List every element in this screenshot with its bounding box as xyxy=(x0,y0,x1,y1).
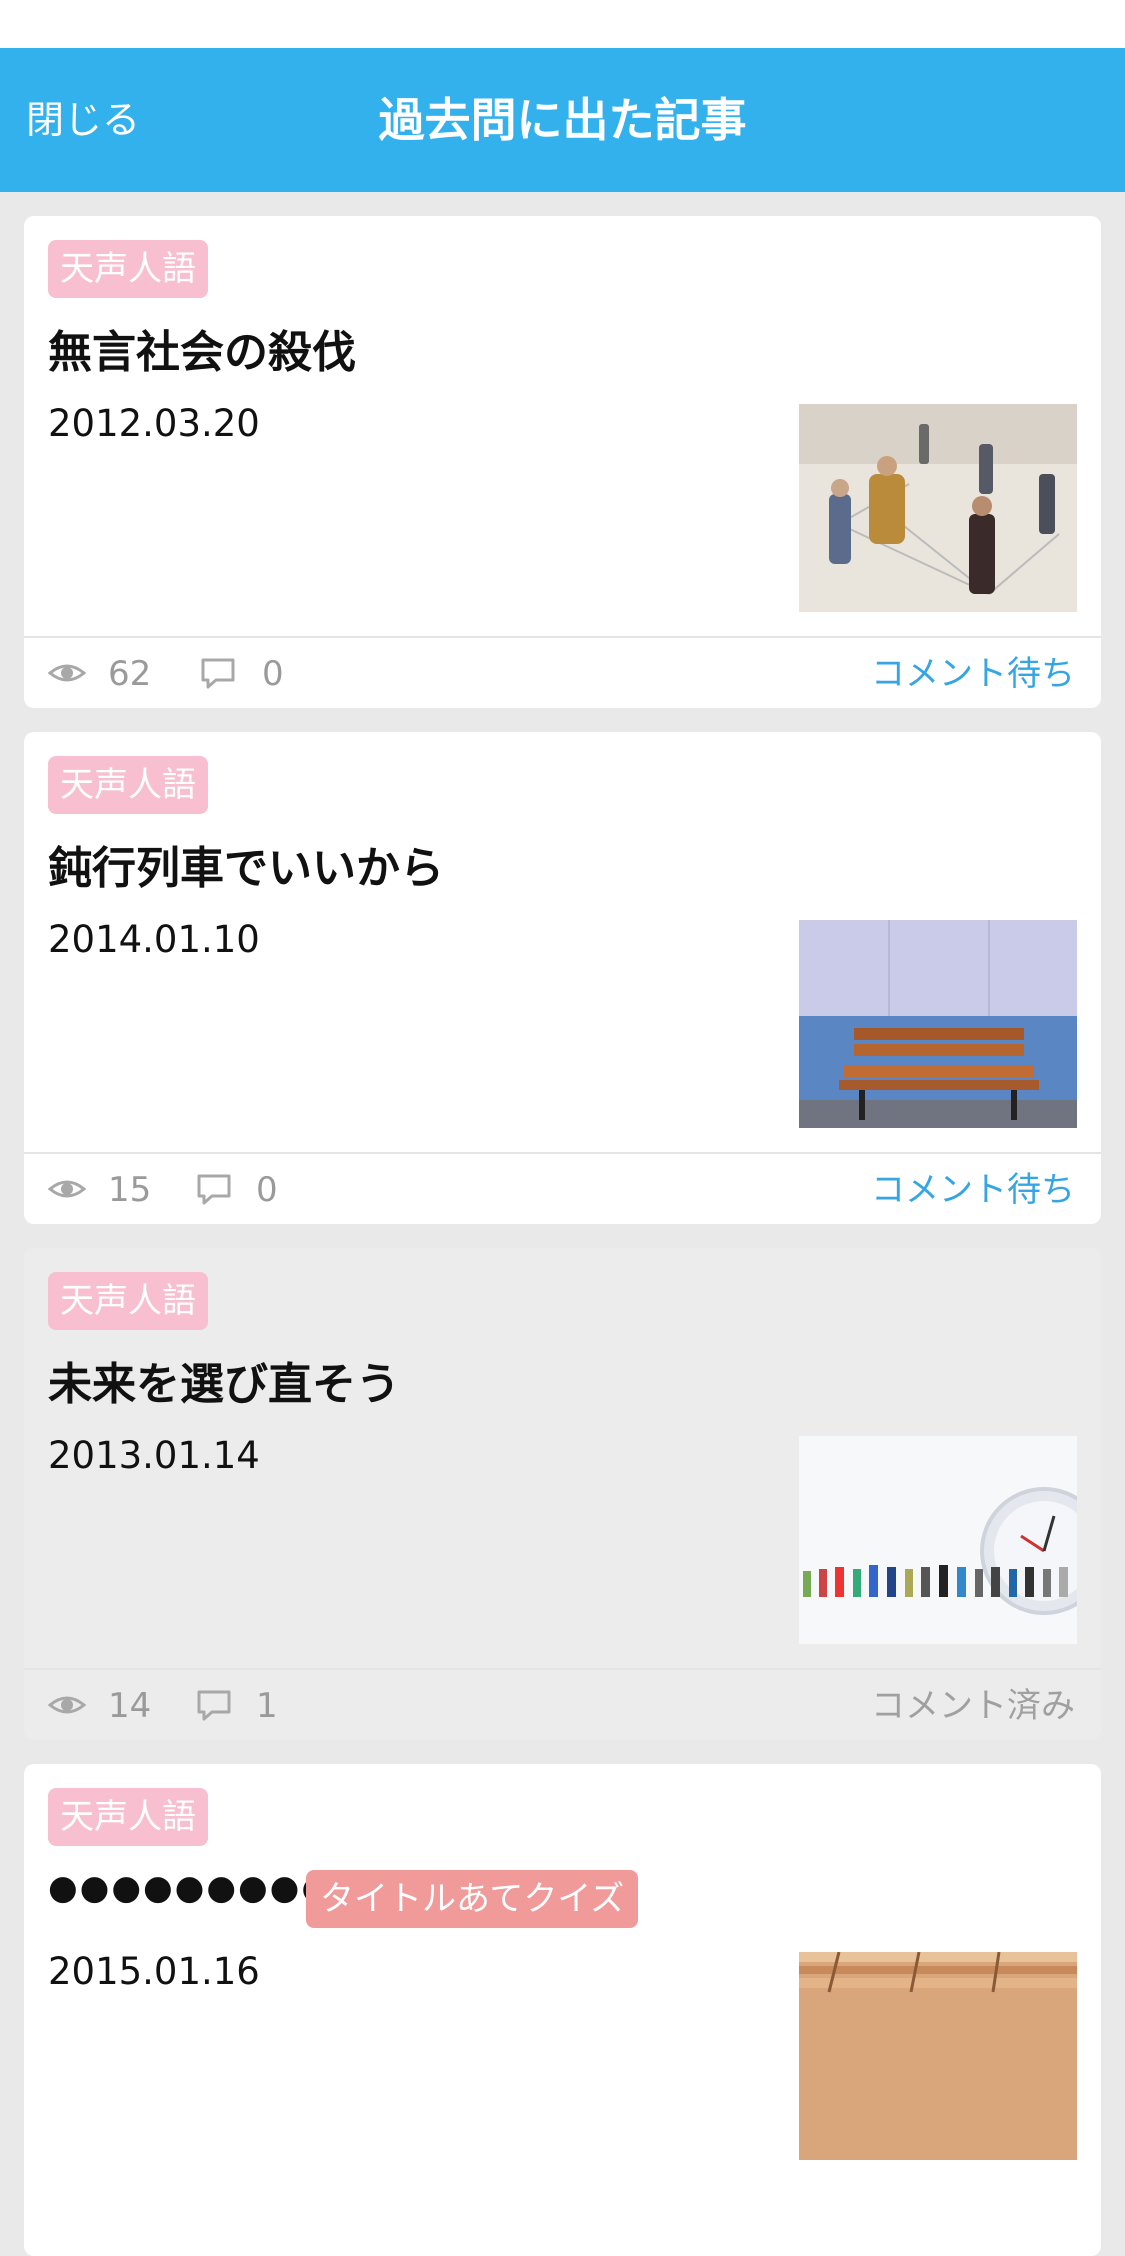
category-tag: 天声人語 xyxy=(48,1272,208,1330)
comment-status-link[interactable]: コメント済み xyxy=(871,1670,1075,1740)
article-thumbnail xyxy=(799,1436,1077,1644)
article-title: 未来を選び直そう xyxy=(48,1359,400,1410)
comment-status-link[interactable]: コメント待ち xyxy=(871,638,1075,708)
article-title: 無言社会の殺伐 xyxy=(48,327,356,378)
article-stats: 62 0 コメント待ち xyxy=(24,636,1101,708)
article-stats: 14 1 コメント済み xyxy=(24,1668,1101,1740)
article-main[interactable]: 天声人語 鈍行列車でいいから 2014.01.10 xyxy=(24,732,1101,1152)
category-tag: 天声人語 xyxy=(48,240,208,298)
eye-icon xyxy=(48,664,86,682)
category-tag: 天声人語 xyxy=(48,756,208,814)
comment-icon xyxy=(197,1174,231,1205)
view-count: 62 xyxy=(108,654,152,694)
eye-icon xyxy=(48,1696,86,1714)
eye-icon xyxy=(48,1180,86,1198)
comment-count: 1 xyxy=(256,1686,278,1726)
article-main[interactable]: 天声人語 ●●●●●●●●●● タイトルあてクイズ 2015.01.16 xyxy=(24,1764,1101,2184)
article-date: 2013.01.14 xyxy=(48,1434,260,1477)
article-thumbnail xyxy=(799,1952,1077,2160)
article-main[interactable]: 天声人語 無言社会の殺伐 2012.03.20 xyxy=(24,216,1101,636)
article-thumbnail xyxy=(799,920,1077,1128)
title-quiz-tag: タイトルあてクイズ xyxy=(306,1870,639,1928)
article-card[interactable]: 天声人語 ●●●●●●●●●● タイトルあてクイズ 2015.01.16 xyxy=(24,1764,1101,2256)
view-count: 15 xyxy=(108,1170,152,1210)
article-title: 鈍行列車でいいから xyxy=(48,843,444,894)
page-title: 過去問に出た記事 xyxy=(378,93,747,147)
comment-status-link[interactable]: コメント待ち xyxy=(871,1154,1075,1224)
article-date: 2012.03.20 xyxy=(48,402,260,445)
article-card[interactable]: 天声人語 鈍行列車でいいから 2014.01.10 15 0 コメント待ち xyxy=(24,732,1101,1224)
navigation-bar: 過去問に出た記事 閉じる xyxy=(0,48,1125,192)
article-card[interactable]: 天声人語 未来を選び直そう 2013.01.14 14 1 コメント済み xyxy=(24,1248,1101,1740)
view-count: 14 xyxy=(108,1686,152,1726)
close-button[interactable]: 閉じる xyxy=(26,48,140,192)
article-date: 2015.01.16 xyxy=(48,1950,260,1993)
article-card[interactable]: 天声人語 無言社会の殺伐 2012.03.20 62 0 コメント待ち xyxy=(24,216,1101,708)
comment-count: 0 xyxy=(262,654,284,694)
comment-count: 0 xyxy=(256,1170,278,1210)
article-stats: 15 0 コメント待ち xyxy=(24,1152,1101,1224)
comment-icon xyxy=(197,1690,231,1721)
comment-icon xyxy=(201,658,235,689)
article-thumbnail xyxy=(799,404,1077,612)
article-date: 2014.01.10 xyxy=(48,918,260,961)
article-main[interactable]: 天声人語 未来を選び直そう 2013.01.14 xyxy=(24,1248,1101,1668)
status-bar xyxy=(0,0,1125,48)
category-tag: 天声人語 xyxy=(48,1788,208,1846)
